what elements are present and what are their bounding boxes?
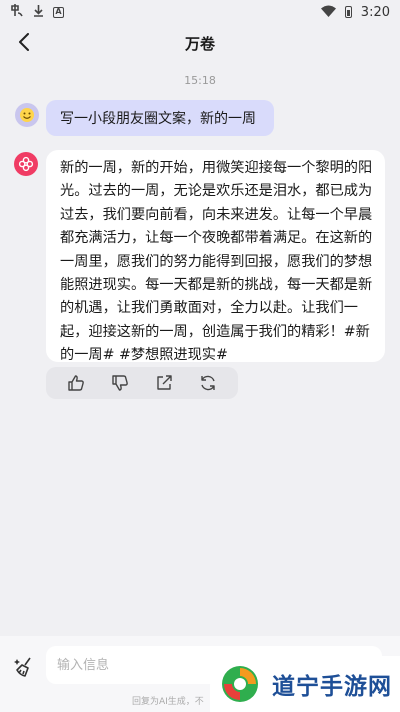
wifi-icon xyxy=(320,5,336,20)
status-time: 3:20 xyxy=(360,4,390,20)
smiley-face-icon xyxy=(20,108,34,122)
app-notification-icon xyxy=(10,4,24,20)
regenerate-button[interactable] xyxy=(195,370,221,396)
ai-disclaimer: 回复为AI生成，不 xyxy=(132,697,204,707)
watermark-logo-icon xyxy=(222,666,258,702)
user-message-text: 写一小段朋友圈文案，新的一周 xyxy=(60,111,256,127)
clear-chat-button[interactable] xyxy=(12,654,38,680)
dislike-button[interactable] xyxy=(107,370,133,396)
bot-message-bubble[interactable]: 新的一周，新的开始，用微笑迎接每一个黎明的阳光。过去的一周，无论是欢乐还是泪水，… xyxy=(46,150,385,364)
bot-message-text: 新的一周，新的开始，用微笑迎接每一个黎明的阳光。过去的一周，无论是欢乐还是泪水，… xyxy=(60,160,373,364)
chevron-left-icon xyxy=(19,33,29,51)
download-icon xyxy=(33,4,44,20)
thumbs-down-icon xyxy=(112,375,128,391)
watermark-text: 道宁手游网 xyxy=(272,674,392,700)
like-button[interactable] xyxy=(63,370,89,396)
refresh-icon xyxy=(201,375,215,391)
page-title: 万卷 xyxy=(184,34,215,53)
share-button[interactable] xyxy=(151,370,177,396)
user-avatar[interactable] xyxy=(15,103,39,127)
status-right-icons: 3:20 xyxy=(320,4,390,20)
broom-icon xyxy=(14,657,31,677)
image-notification-icon: A xyxy=(53,6,64,18)
app-header: 万卷 xyxy=(0,24,400,62)
bot-avatar[interactable] xyxy=(14,152,38,176)
watermark: 道宁手游网 xyxy=(210,656,400,712)
status-left-icons: A xyxy=(10,4,64,20)
flower-logo-icon xyxy=(18,156,34,172)
user-message-bubble[interactable]: 写一小段朋友圈文案，新的一周 xyxy=(46,100,274,136)
message-timestamp: 15:18 xyxy=(184,74,216,87)
thumbs-up-icon xyxy=(68,375,84,391)
back-button[interactable] xyxy=(12,30,36,54)
status-bar: A 3:20 xyxy=(0,0,400,24)
message-actions xyxy=(46,367,238,399)
share-icon xyxy=(157,375,172,390)
battery-icon xyxy=(344,6,352,18)
